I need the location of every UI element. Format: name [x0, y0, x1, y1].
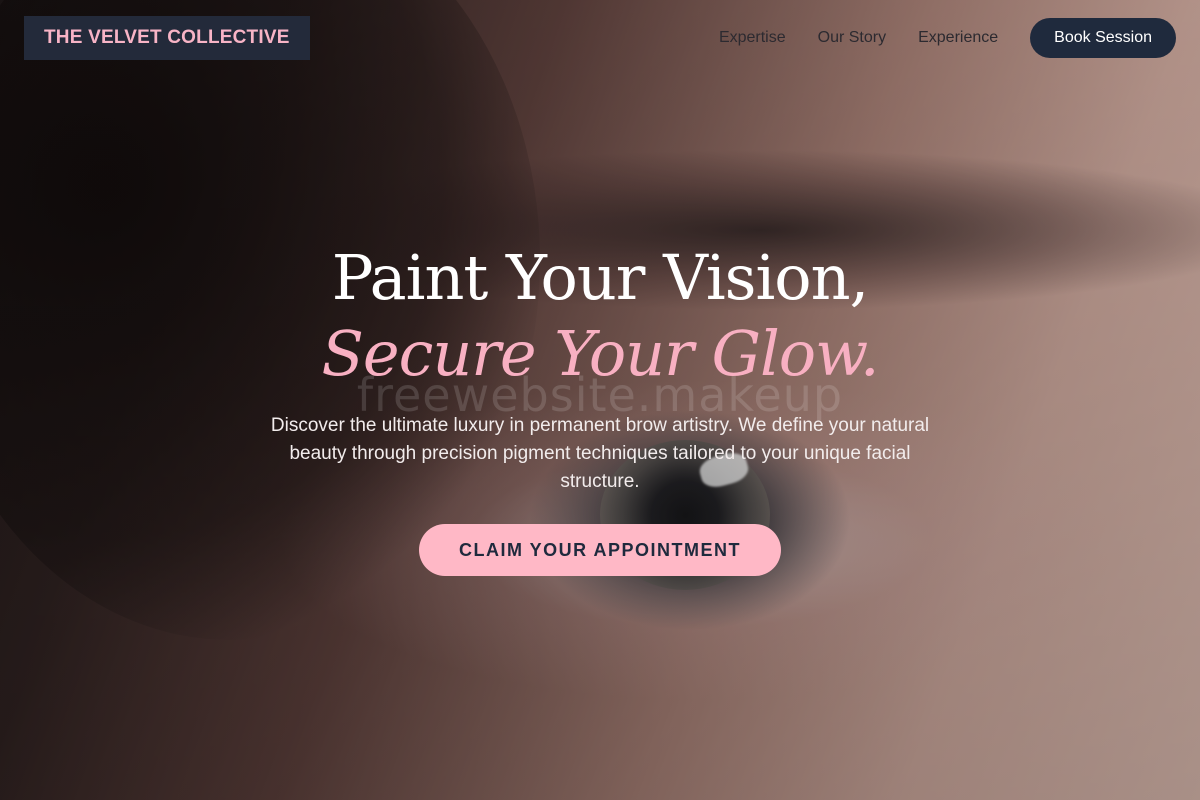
hero-content: Paint Your Vision, Secure Your Glow. Dis… [0, 240, 1200, 576]
hero-title-line-1: Paint Your Vision, [331, 241, 870, 314]
book-session-button[interactable]: Book Session [1030, 18, 1176, 58]
hero-description: Discover the ultimate luxury in permanen… [270, 415, 930, 492]
hero-section: THE VELVET COLLECTIVE Expertise Our Stor… [0, 0, 1200, 800]
nav-link-our-story[interactable]: Our Story [818, 29, 886, 47]
brand-logo[interactable]: THE VELVET COLLECTIVE [24, 16, 310, 60]
claim-appointment-button[interactable]: CLAIM YOUR APPOINTMENT [418, 524, 781, 576]
main-nav: Expertise Our Story Experience Book Sess… [719, 18, 1176, 58]
nav-link-expertise[interactable]: Expertise [719, 29, 786, 47]
hero-title: Paint Your Vision, Secure Your Glow. [0, 240, 1200, 392]
hero-title-line-2: Secure Your Glow. [321, 317, 879, 390]
nav-link-experience[interactable]: Experience [918, 29, 998, 47]
site-header: THE VELVET COLLECTIVE Expertise Our Stor… [24, 16, 1176, 60]
